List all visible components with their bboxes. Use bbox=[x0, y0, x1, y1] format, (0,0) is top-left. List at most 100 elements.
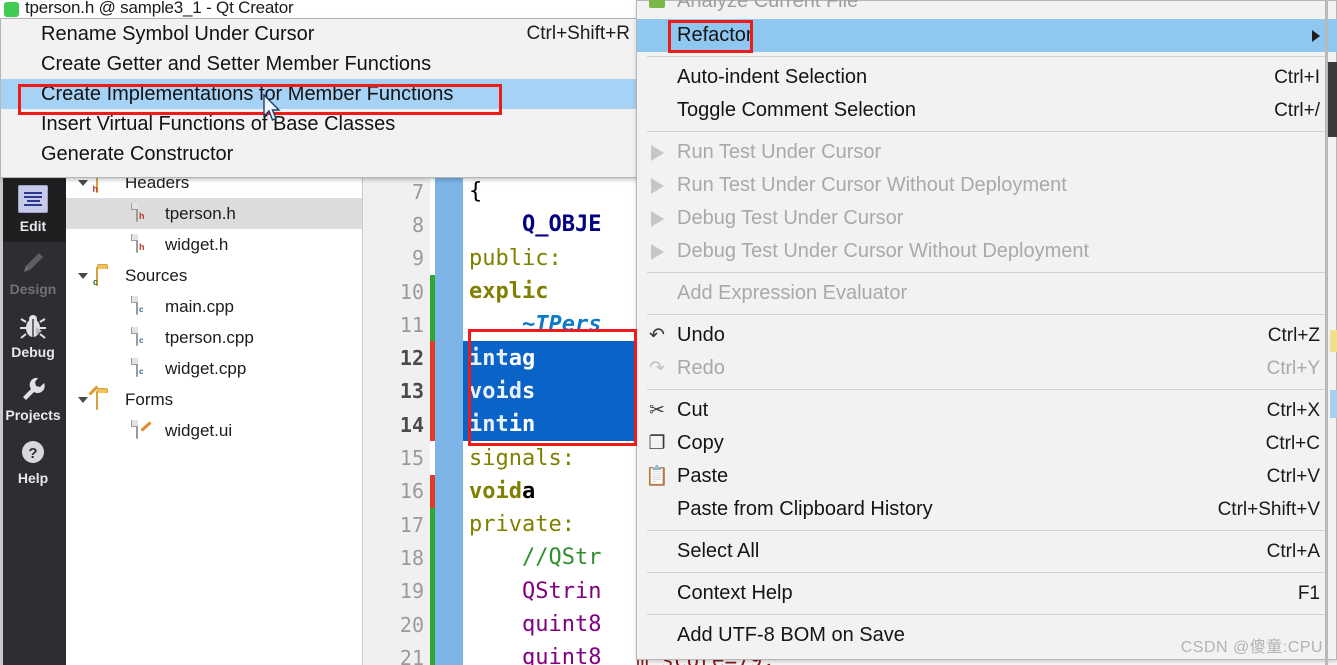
tree-row-label: widget.h bbox=[165, 234, 229, 254]
submenu-item-generate-4[interactable]: Generate Constructor bbox=[1, 139, 644, 169]
mode-item-debug[interactable]: Debug bbox=[0, 305, 66, 368]
context-menu-item-paste[interactable]: 📋 Paste Ctrl+V bbox=[637, 460, 1337, 493]
fold-column[interactable] bbox=[435, 374, 463, 409]
line-number: 19 bbox=[364, 574, 430, 608]
line-number: 16 bbox=[364, 474, 430, 508]
menu-separator bbox=[647, 614, 1328, 615]
cpp-file-icon: c bbox=[136, 295, 158, 317]
tree-row-sources[interactable]: c Sources bbox=[66, 260, 362, 291]
svg-text:?: ? bbox=[28, 445, 37, 462]
context-menu-item-auto-indent-selection[interactable]: Auto-indent Selection Ctrl+I bbox=[637, 61, 1337, 94]
line-number: 21 bbox=[364, 641, 430, 665]
fold-column[interactable] bbox=[435, 541, 463, 575]
mode-item-help[interactable]: ? Help bbox=[0, 431, 66, 494]
fold-column[interactable] bbox=[435, 641, 463, 665]
context-menu-item-shortcut: Ctrl+X bbox=[1266, 399, 1320, 421]
debug-triangle-icon bbox=[637, 210, 677, 227]
context-menu-item-select-all[interactable]: Select All Ctrl+A bbox=[637, 535, 1337, 568]
mode-label-edit: Edit bbox=[19, 218, 47, 234]
context-menu-item-debug-test-under-cursor: Debug Test Under Cursor bbox=[637, 202, 1337, 235]
analyze-icon bbox=[649, 0, 665, 8]
context-menu-item-run-test-under-cursor: Run Test Under Cursor bbox=[637, 136, 1337, 169]
context-menu-item-toggle-comment-selection[interactable]: Toggle Comment Selection Ctrl+/ bbox=[637, 94, 1337, 127]
fold-column[interactable] bbox=[435, 474, 463, 508]
debug-triangle-icon bbox=[637, 243, 677, 260]
tree-row-tperson-h[interactable]: h tperson.h bbox=[66, 198, 362, 229]
context-menu-item-analyze-current-file[interactable]: Analyze Current File bbox=[637, 0, 1337, 13]
mode-item-edit[interactable]: Edit bbox=[0, 179, 66, 242]
context-menu-item-shortcut: Ctrl+Z bbox=[1267, 324, 1320, 346]
tree-row-forms[interactable]: Forms bbox=[66, 384, 362, 415]
submenu-item-create-1[interactable]: Create Getter and Setter Member Function… bbox=[1, 49, 644, 79]
submenu-item-create-2[interactable]: Create Implementations for Member Functi… bbox=[1, 79, 644, 109]
csdn-watermark: CSDN @傻童:CPU bbox=[1180, 639, 1323, 656]
line-number: 11 bbox=[364, 308, 430, 342]
tree-row-label: tperson.h bbox=[165, 203, 236, 223]
header-file-icon: h bbox=[136, 202, 158, 224]
editor-context-menu[interactable]: Analyze Current File Refactor Auto-indent… bbox=[636, 0, 1337, 660]
chevron-right-icon bbox=[36, 327, 42, 335]
mode-item-design[interactable]: Design bbox=[0, 242, 66, 305]
tree-row-widget-cpp[interactable]: c widget.cpp bbox=[66, 353, 362, 384]
paste-icon: 📋 bbox=[645, 466, 669, 487]
fold-column[interactable] bbox=[435, 574, 463, 608]
context-menu-item-paste-from-clipboard-history[interactable]: Paste from Clipboard History Ctrl+Shift+V bbox=[637, 493, 1337, 526]
menu-separator bbox=[647, 389, 1328, 390]
context-menu-item-refactor[interactable]: Refactor bbox=[637, 19, 1337, 52]
right-dark-strip bbox=[1328, 62, 1337, 137]
line-number: 13 bbox=[364, 374, 430, 409]
cpp-file-icon: c bbox=[136, 326, 158, 348]
context-menu-item-label: Add UTF-8 BOM on Save bbox=[677, 624, 905, 646]
context-menu-item-label: Debug Test Under Cursor bbox=[677, 207, 904, 229]
context-menu-item-debug-test-under-cursor-without-deployment: Debug Test Under Cursor Without Deployme… bbox=[637, 235, 1337, 268]
tree-row-label: main.cpp bbox=[165, 296, 234, 316]
run-triangle-icon bbox=[637, 144, 677, 161]
fold-column[interactable] bbox=[435, 408, 463, 442]
context-menu-item-undo[interactable]: ↶ Undo Ctrl+Z bbox=[637, 319, 1337, 352]
mode-selector-bar: Edit Design Debug Projects ? Help bbox=[0, 175, 66, 665]
fold-column[interactable] bbox=[435, 175, 463, 209]
fold-column[interactable] bbox=[435, 607, 463, 642]
question-mark-icon: ? bbox=[18, 437, 48, 467]
line-number: 12 bbox=[364, 341, 430, 375]
tree-row-widget-h[interactable]: h widget.h bbox=[66, 229, 362, 260]
refactor-submenu[interactable]: Rename Symbol Under Cursor Ctrl+Shift+R Cr… bbox=[0, 18, 645, 178]
context-menu-item-label: Analyze Current File bbox=[677, 0, 859, 12]
tree-row-main-cpp[interactable]: c main.cpp bbox=[66, 291, 362, 322]
context-menu-item-label: Paste bbox=[677, 465, 729, 487]
mouse-cursor bbox=[262, 93, 284, 129]
fold-column[interactable] bbox=[435, 308, 463, 342]
window-title: tperson.h @ sample3_1 - Qt Creator bbox=[25, 0, 294, 17]
tree-row-headers[interactable]: h Headers bbox=[66, 175, 362, 198]
context-menu-item-context-help[interactable]: Context Help F1 bbox=[637, 577, 1337, 610]
tree-row-label: Sources bbox=[125, 265, 188, 285]
tree-row-label: tperson.cpp bbox=[165, 327, 254, 347]
right-yellow-marker bbox=[1330, 330, 1337, 352]
submenu-item-insert-3[interactable]: Insert Virtual Functions of Base Classes bbox=[1, 109, 644, 139]
context-menu-item-shortcut: Ctrl+C bbox=[1265, 432, 1320, 454]
right-blue-marker bbox=[1330, 390, 1337, 418]
line-number: 7 bbox=[364, 175, 430, 209]
tree-row-tperson-cpp[interactable]: c tperson.cpp bbox=[66, 322, 362, 353]
cpp-file-icon: c bbox=[136, 357, 158, 379]
scissors-icon: ✂ bbox=[649, 400, 665, 421]
ui-file-icon bbox=[136, 419, 158, 441]
fold-column[interactable] bbox=[435, 208, 463, 242]
line-number: 10 bbox=[364, 274, 430, 309]
tree-row-widget-ui[interactable]: widget.ui bbox=[66, 415, 362, 446]
context-menu-item-cut[interactable]: ✂ Cut Ctrl+X bbox=[637, 394, 1337, 427]
fold-column[interactable] bbox=[435, 507, 463, 542]
fold-column[interactable] bbox=[435, 241, 463, 275]
context-menu-item-label: Refactor bbox=[677, 24, 753, 46]
menu-separator bbox=[647, 530, 1328, 531]
bug-icon bbox=[18, 311, 48, 341]
tree-expander-chevron-down-icon[interactable] bbox=[70, 396, 96, 403]
fold-column[interactable] bbox=[435, 341, 463, 375]
context-menu-item-run-test-under-cursor-without-deployment: Run Test Under Cursor Without Deployment bbox=[637, 169, 1337, 202]
fold-column[interactable] bbox=[435, 441, 463, 475]
submenu-item-rename-0[interactable]: Rename Symbol Under Cursor Ctrl+Shift+R bbox=[1, 19, 644, 49]
mode-item-projects[interactable]: Projects bbox=[0, 368, 66, 431]
tree-row-label: widget.ui bbox=[165, 420, 233, 440]
context-menu-item-copy[interactable]: ❐ Copy Ctrl+C bbox=[637, 427, 1337, 460]
fold-column[interactable] bbox=[435, 274, 463, 309]
